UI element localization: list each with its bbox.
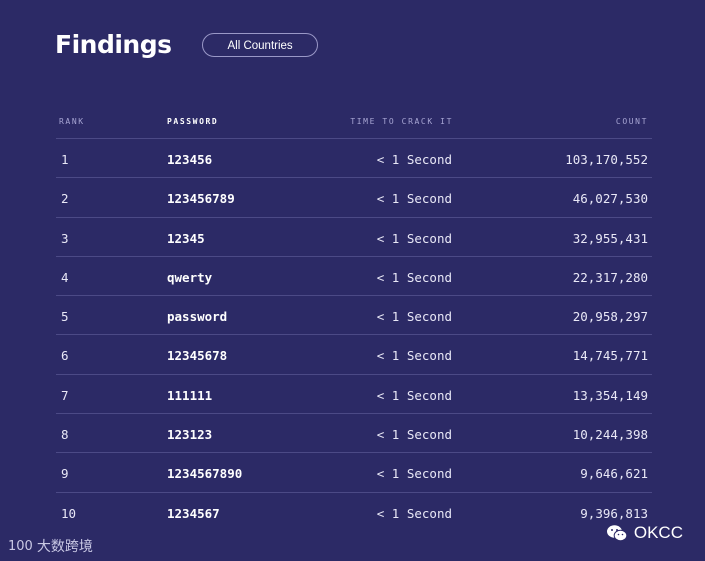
cell-count: 9,396,813 [580,505,648,521]
brand-logo-icon: 100 [8,538,33,554]
table-row: 3 12345 < 1 Second 32,955,431 [56,218,652,257]
table-header-row: RANK PASSWORD TIME TO CRACK IT COUNT [56,108,652,139]
cell-password: qwerty [167,269,213,285]
cell-password: password [167,309,228,325]
table-row: 9 1234567890 < 1 Second 9,646,621 [56,453,652,493]
cell-rank: 6 [61,348,69,364]
column-header-rank: RANK [59,117,85,126]
column-header-count: COUNT [615,117,648,126]
cell-count: 13,354,149 [572,387,648,403]
cell-count: 9,646,621 [580,466,648,482]
cell-time-to-crack: < 1 Second [376,230,452,246]
cell-time-to-crack: < 1 Second [376,505,452,521]
table-row: 4 qwerty < 1 Second 22,317,280 [56,257,652,297]
cell-password: 123456789 [167,191,235,207]
cell-password: 12345 [167,230,205,246]
cell-count: 20,958,297 [572,309,648,325]
cell-password: 123123 [167,427,213,443]
cell-time-to-crack: < 1 Second [376,427,452,443]
cell-time-to-crack: < 1 Second [376,387,452,403]
cell-rank: 9 [61,466,69,482]
cell-rank: 7 [61,387,69,403]
column-header-time-to-crack: TIME TO CRACK IT [350,117,453,126]
cell-rank: 10 [61,505,77,521]
page-header: Findings All Countries [55,30,318,59]
cell-time-to-crack: < 1 Second [376,466,452,482]
cell-rank: 4 [61,269,69,285]
page-title: Findings [55,30,172,59]
cell-password: 1234567 [167,505,220,521]
findings-table: RANK PASSWORD TIME TO CRACK IT COUNT 1 12… [56,108,652,531]
cell-count: 10,244,398 [572,427,648,443]
column-header-password: PASSWORD [167,117,219,126]
cell-password: 12345678 [167,348,228,364]
cell-count: 46,027,530 [572,191,648,207]
watermark-right: OKCC [606,523,683,543]
country-filter-button[interactable]: All Countries [202,32,318,57]
wechat-icon [606,525,628,542]
table-row: 1 123456 < 1 Second 103,170,552 [56,139,652,179]
cell-time-to-crack: < 1 Second [376,152,452,167]
cell-rank: 1 [61,152,69,167]
table-body: 1 123456 < 1 Second 103,170,552 2 123456789 < … [56,139,652,531]
cell-time-to-crack: < 1 Second [376,269,452,285]
cell-time-to-crack: < 1 Second [376,191,452,207]
cell-time-to-crack: < 1 Second [376,309,452,325]
cell-rank: 8 [61,427,69,443]
table-row: 7 111111 < 1 Second 13,354,149 [56,375,652,415]
watermark-left-text: 大数跨境 [36,538,93,554]
cell-count: 14,745,771 [572,348,648,364]
watermark-right-text: OKCC [633,523,683,542]
table-row: 8 123123 < 1 Second 10,244,398 [56,414,652,454]
cell-rank: 3 [61,230,69,246]
cell-count: 22,317,280 [572,269,648,285]
cell-password: 111111 [167,387,213,403]
cell-time-to-crack: < 1 Second [376,348,452,364]
table-row: 10 1234567 < 1 Second 9,396,813 [56,493,652,531]
cell-rank: 2 [61,191,69,207]
table-row: 2 123456789 < 1 Second 46,027,530 [56,178,652,218]
watermark-left: 100 大数跨境 [8,536,93,556]
table-row: 6 12345678 < 1 Second 14,745,771 [56,335,652,375]
cell-password: 123456 [167,152,213,167]
cell-count: 32,955,431 [572,230,648,246]
cell-rank: 5 [61,309,69,325]
cell-count: 103,170,552 [565,152,648,167]
cell-password: 1234567890 [167,466,243,482]
table-row: 5 password < 1 Second 20,958,297 [56,296,652,336]
